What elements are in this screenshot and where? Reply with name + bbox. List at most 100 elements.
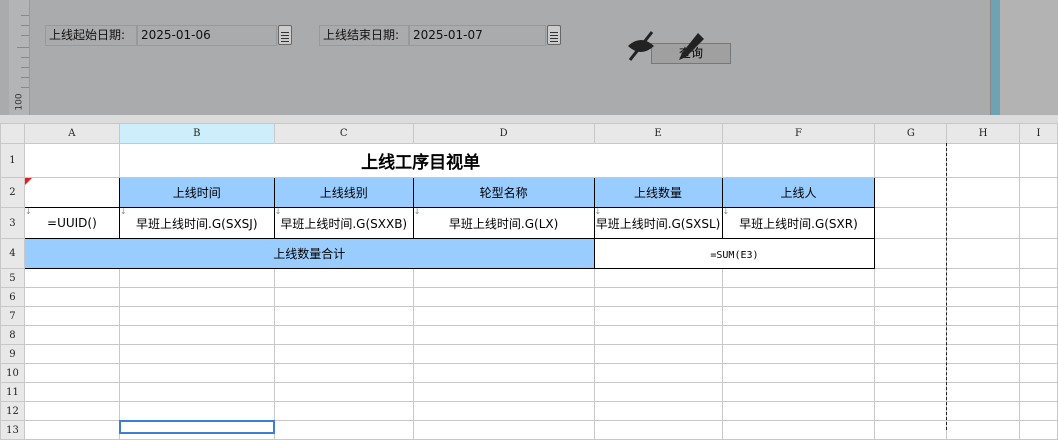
cell[interactable] [874, 344, 948, 364]
cell[interactable] [874, 268, 948, 288]
cell[interactable] [721, 325, 876, 345]
cell[interactable] [874, 238, 948, 269]
cell[interactable] [874, 177, 948, 208]
cell[interactable] [593, 268, 723, 288]
cell[interactable] [593, 325, 723, 345]
cell[interactable] [874, 420, 948, 440]
cell[interactable] [946, 207, 1021, 239]
cell[interactable] [273, 287, 414, 307]
cell[interactable] [412, 268, 595, 288]
cell[interactable] [946, 143, 1021, 178]
cell[interactable] [874, 287, 948, 307]
cell[interactable] [23, 177, 120, 208]
column-header-d[interactable]: D [412, 123, 595, 144]
row-header[interactable]: 13 [0, 420, 25, 440]
cell[interactable] [412, 287, 595, 307]
total-label-cell[interactable]: 上线数量合计 [23, 238, 595, 269]
formula-cell[interactable]: ↓ 早班上线时间.G(SXR) [721, 207, 876, 239]
cell[interactable] [721, 382, 876, 402]
cell[interactable] [593, 363, 723, 383]
cell[interactable] [412, 382, 595, 402]
eye-hidden-icon[interactable] [624, 30, 658, 62]
column-header-f[interactable]: F [721, 123, 876, 144]
cell[interactable] [23, 325, 120, 345]
cell[interactable] [273, 420, 414, 440]
cell[interactable] [412, 325, 595, 345]
cell[interactable] [1019, 143, 1058, 178]
cell[interactable] [118, 325, 275, 345]
formula-cell[interactable]: ↓ 早班上线时间.G(SXXB) [273, 207, 414, 239]
cell[interactable] [23, 287, 120, 307]
cell[interactable] [412, 306, 595, 326]
row-header[interactable]: 7 [0, 306, 25, 326]
header-cell[interactable]: 上线数量 [593, 177, 723, 208]
column-header-b[interactable]: B [118, 123, 275, 144]
cell[interactable] [273, 401, 414, 421]
column-header-a[interactable]: A [23, 123, 120, 144]
cell[interactable] [946, 401, 1021, 421]
row-header[interactable]: 2 [0, 177, 25, 208]
row-header[interactable]: 11 [0, 382, 25, 402]
cell[interactable] [1019, 287, 1058, 307]
cell[interactable] [874, 207, 948, 239]
cell[interactable] [1019, 363, 1058, 383]
cell[interactable] [23, 401, 120, 421]
cell[interactable] [721, 306, 876, 326]
row-header[interactable]: 8 [0, 325, 25, 345]
calendar-icon[interactable] [547, 25, 561, 45]
cell[interactable] [118, 287, 275, 307]
cell[interactable] [1019, 268, 1058, 288]
cell[interactable] [946, 287, 1021, 307]
cell[interactable] [412, 420, 595, 440]
cell[interactable] [593, 287, 723, 307]
formula-cell[interactable]: ↓ =UUID() [23, 207, 120, 239]
cell[interactable] [874, 401, 948, 421]
row-header[interactable]: 6 [0, 287, 25, 307]
header-cell[interactable]: 轮型名称 [412, 177, 595, 208]
row-header[interactable]: 9 [0, 344, 25, 364]
cell[interactable] [118, 401, 275, 421]
cell[interactable] [721, 268, 876, 288]
end-date-input[interactable]: 2025-01-07 [409, 25, 546, 46]
header-cell[interactable]: 上线时间 [118, 177, 275, 208]
cell[interactable] [23, 268, 120, 288]
cell[interactable] [721, 344, 876, 364]
cell[interactable] [721, 401, 876, 421]
cell[interactable] [273, 382, 414, 402]
cell[interactable] [1019, 207, 1058, 239]
calendar-icon[interactable] [278, 25, 292, 45]
cell[interactable] [946, 325, 1021, 345]
cell[interactable] [874, 306, 948, 326]
cell[interactable] [273, 306, 414, 326]
cell[interactable] [412, 344, 595, 364]
row-header[interactable]: 12 [0, 401, 25, 421]
cell[interactable] [946, 268, 1021, 288]
cell[interactable] [1019, 325, 1058, 345]
cell[interactable] [23, 363, 120, 383]
cell[interactable] [1019, 420, 1058, 440]
cell[interactable] [1019, 401, 1058, 421]
cell[interactable] [118, 363, 275, 383]
selected-cell[interactable] [119, 420, 275, 434]
cell[interactable] [593, 306, 723, 326]
cell[interactable] [23, 382, 120, 402]
row-header[interactable]: 1 [0, 143, 25, 178]
formula-cell[interactable]: ↓ 早班上线时间.G(SXSL) [593, 207, 723, 239]
row-header[interactable]: 5 [0, 268, 25, 288]
splitter-bar[interactable] [990, 0, 1000, 115]
cell[interactable] [412, 401, 595, 421]
cell[interactable] [593, 344, 723, 364]
cell[interactable] [593, 382, 723, 402]
column-header-g[interactable]: G [874, 123, 948, 144]
cell[interactable] [721, 143, 876, 178]
cell[interactable] [721, 287, 876, 307]
cell[interactable] [1019, 177, 1058, 208]
cell[interactable] [1019, 306, 1058, 326]
cell[interactable] [1019, 238, 1058, 269]
cell[interactable] [23, 420, 120, 440]
cell[interactable] [593, 420, 723, 440]
cell[interactable] [874, 143, 948, 178]
cell[interactable] [946, 420, 1021, 440]
cell[interactable] [1019, 344, 1058, 364]
cell[interactable] [273, 344, 414, 364]
